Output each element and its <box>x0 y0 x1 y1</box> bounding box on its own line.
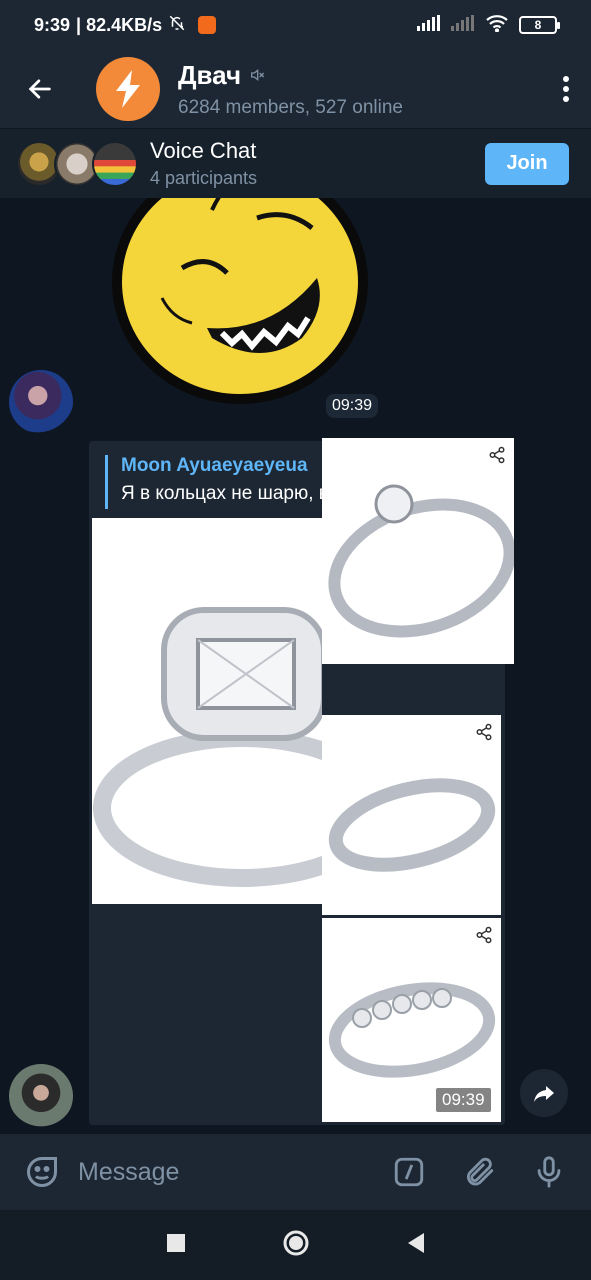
square-icon <box>166 1233 185 1252</box>
forward-arrow-icon <box>534 1086 554 1102</box>
back-nav-button[interactable] <box>406 1232 426 1259</box>
voice-chat-bar[interactable]: Voice Chat 4 participants Join <box>0 128 591 198</box>
voice-chat-title: Voice Chat <box>150 138 257 163</box>
microphone-icon <box>537 1156 561 1188</box>
reply-author: Moon Ayuaeyaeyeua <box>121 455 308 476</box>
chat-area[interactable]: 09:39 Moon Ayuaeyaeyeua Я в кольцах не ш… <box>0 198 591 1134</box>
circle-icon <box>283 1230 308 1255</box>
album-photo-3[interactable] <box>322 715 501 915</box>
back-button[interactable] <box>0 50 80 128</box>
participant-avatar <box>92 140 138 187</box>
bot-commands-button[interactable] <box>389 1152 429 1192</box>
share-icon <box>489 446 505 464</box>
header-info[interactable]: Двач 6284 members, 527 online <box>178 60 541 119</box>
voice-chat-participants: 4 participants <box>150 168 258 188</box>
battery-icon: 8 <box>519 16 560 34</box>
system-nav-bar <box>0 1210 591 1280</box>
signal-icon <box>417 14 441 36</box>
bell-off-icon <box>168 14 186 37</box>
message-input[interactable]: Message <box>78 1158 389 1187</box>
more-menu-button[interactable] <box>541 50 591 128</box>
status-bar: 9:39 | 82.4KB/s 8 <box>0 0 591 50</box>
status-speed: | 82.4KB/s <box>76 14 163 35</box>
voice-record-button[interactable] <box>529 1152 569 1192</box>
paperclip-icon <box>466 1157 494 1186</box>
app-notification-icon <box>198 16 217 34</box>
chat-header: Двач 6284 members, 527 online <box>0 50 591 128</box>
wifi-icon <box>485 14 509 37</box>
arrow-left-icon <box>28 79 51 99</box>
sender-avatar[interactable] <box>9 370 73 434</box>
album-timestamp: 09:39 <box>436 1088 491 1112</box>
message-input-bar: Message <box>0 1134 591 1210</box>
share-icon <box>476 723 492 741</box>
sender-avatar[interactable] <box>9 1064 73 1128</box>
album-photo-2[interactable] <box>322 438 514 664</box>
album-photo-1[interactable] <box>92 518 322 904</box>
recents-button[interactable] <box>166 1233 186 1258</box>
home-button[interactable] <box>282 1229 310 1262</box>
forward-button[interactable] <box>520 1069 568 1117</box>
group-title: Двач <box>178 59 242 90</box>
join-voice-chat-button[interactable]: Join <box>485 142 569 185</box>
group-subtitle: 6284 members, 527 online <box>178 96 403 118</box>
muted-icon <box>251 68 265 82</box>
group-avatar[interactable] <box>96 57 160 121</box>
reply-preview[interactable]: Moon Ayuaeyaeyeua Я в кольцах не шарю, в… <box>105 455 408 509</box>
sticker-timestamp: 09:39 <box>326 394 379 418</box>
more-vertical-icon <box>563 76 569 102</box>
triangle-back-icon <box>407 1232 424 1253</box>
attach-button[interactable] <box>459 1152 499 1192</box>
slash-command-icon <box>394 1157 424 1187</box>
emoji-button[interactable] <box>22 1152 62 1192</box>
troll-face-sticker[interactable] <box>112 198 370 406</box>
voice-chat-avatars <box>16 139 146 189</box>
share-icon <box>476 926 492 944</box>
signal-icon-2 <box>451 14 475 36</box>
lightning-icon <box>116 70 140 108</box>
status-time: 9:39 <box>34 14 71 35</box>
sticker-emoji-icon <box>27 1157 57 1187</box>
